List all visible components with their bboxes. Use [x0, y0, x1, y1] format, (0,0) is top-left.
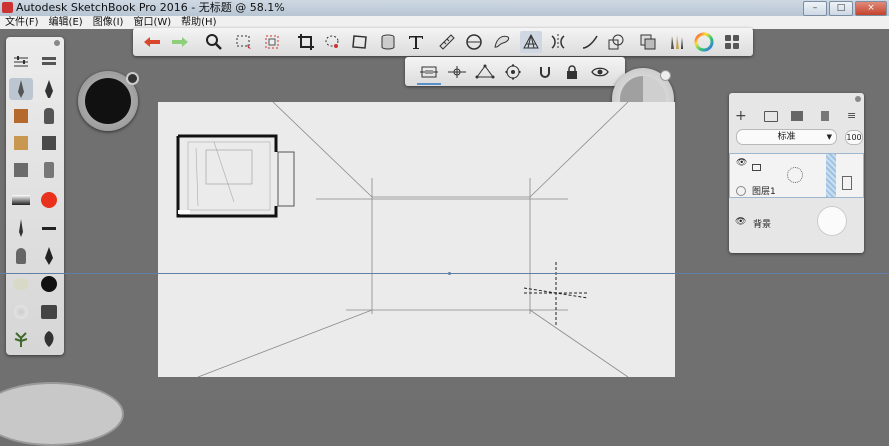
zoom-icon[interactable]	[203, 31, 225, 53]
menu-image[interactable]: 图像(I)	[88, 16, 129, 29]
window-title: Autodesk SketchBook Pro 2016 - 无标题 @ 58.…	[16, 1, 285, 14]
texture-brush-3-icon[interactable]	[37, 132, 61, 154]
opacity-field[interactable]: 100	[845, 130, 863, 145]
layer-toolbar: + ≡	[729, 107, 864, 127]
menu-file[interactable]: 文件(F)	[0, 16, 44, 29]
eye-icon[interactable]	[588, 61, 612, 83]
add-image-icon[interactable]	[791, 111, 803, 121]
texture-brush-2-icon[interactable]	[9, 132, 33, 154]
marker-brush-icon[interactable]	[37, 159, 61, 181]
drawing-canvas[interactable]	[158, 102, 675, 377]
shape-icon[interactable]	[605, 31, 627, 53]
texture-brush-1-icon[interactable]	[9, 105, 33, 127]
horizon-line[interactable]	[0, 273, 889, 274]
trash-icon[interactable]	[821, 111, 829, 121]
layer1-eye-icon[interactable]: 👁	[736, 158, 747, 168]
layer-row-layer1[interactable]: 👁 图层1	[729, 153, 864, 198]
vanishing-point[interactable]	[448, 272, 451, 275]
pencil-brush-icon[interactable]	[9, 78, 33, 100]
perspective-toolbar	[405, 57, 625, 86]
layer-editor: + ≡ 标准 ▼ 100 👁 图层1 👁 背景	[729, 93, 864, 253]
layer-row-background[interactable]: 👁 背景	[729, 203, 864, 243]
french-curve-icon[interactable]	[491, 31, 513, 53]
perspective-icon[interactable]	[520, 31, 542, 53]
color-swatch-icon[interactable]	[37, 189, 61, 211]
lagoon-menu[interactable]	[0, 382, 124, 446]
add-folder-icon[interactable]	[764, 111, 778, 122]
layer1-alpha-strip	[826, 154, 836, 197]
black-dot-icon[interactable]	[37, 273, 61, 295]
maximize-button[interactable]: □	[829, 1, 853, 16]
layer1-thumbnail	[787, 167, 803, 183]
bucket-icon[interactable]	[37, 301, 61, 323]
three-point-icon[interactable]	[473, 61, 497, 83]
eraser-brush-icon[interactable]	[9, 189, 33, 211]
layer1-name: 图层1	[752, 187, 776, 197]
line-brush-icon[interactable]	[37, 217, 61, 239]
leaf-brush-icon[interactable]	[37, 328, 61, 350]
background-name: 背景	[753, 220, 772, 230]
close-button[interactable]: ×	[855, 1, 887, 16]
layer-menu-icon[interactable]: ≡	[847, 109, 856, 122]
fountain-pen-icon[interactable]	[37, 245, 61, 267]
foliage-brush-icon[interactable]	[9, 328, 33, 350]
magnet-icon[interactable]	[533, 61, 557, 83]
chalk-brush-icon[interactable]	[9, 245, 33, 267]
layer1-type-icon	[752, 164, 761, 171]
cylinder-icon[interactable]	[377, 31, 399, 53]
undo-icon[interactable]	[141, 31, 163, 53]
layer1-lock-icon[interactable]	[842, 176, 852, 190]
layer-editor-header	[729, 93, 864, 107]
panel-close-icon[interactable]	[54, 40, 60, 46]
brush-set-icon[interactable]	[665, 31, 687, 53]
layer1-radio[interactable]	[736, 186, 746, 196]
fine-pen-brush-icon[interactable]	[9, 217, 33, 239]
lasso-icon[interactable]	[321, 31, 343, 53]
ruler-icon[interactable]	[436, 31, 458, 53]
add-layer-icon[interactable]: +	[735, 108, 747, 124]
brush-palette	[6, 37, 64, 355]
brush-properties-icon[interactable]	[9, 51, 33, 73]
blend-mode-select[interactable]: 标准 ▼	[736, 129, 837, 145]
app-icon	[2, 2, 13, 13]
five-point-icon[interactable]	[501, 61, 525, 83]
one-point-icon[interactable]	[417, 61, 441, 85]
puck-close-icon[interactable]	[126, 72, 139, 85]
transform-icon[interactable]	[261, 31, 283, 53]
background-thumbnail	[817, 206, 847, 236]
title-bar: Autodesk SketchBook Pro 2016 - 无标题 @ 58.…	[0, 0, 889, 16]
crop-icon[interactable]	[295, 31, 317, 53]
ellipse-icon[interactable]	[463, 31, 485, 53]
two-point-icon[interactable]	[445, 61, 469, 83]
brush-library-icon[interactable]	[37, 51, 61, 73]
color-puck-close-icon[interactable]	[660, 70, 671, 81]
ink-pen-brush-icon[interactable]	[37, 78, 61, 100]
select-icon[interactable]	[233, 31, 255, 53]
text-icon[interactable]	[405, 31, 427, 53]
smudge-brush-icon[interactable]	[9, 273, 33, 295]
menu-edit[interactable]: 编辑(E)	[44, 16, 88, 29]
copy-icon[interactable]	[637, 31, 659, 53]
minimize-button[interactable]: –	[803, 1, 827, 16]
redo-icon[interactable]	[169, 31, 191, 53]
splatter-brush-icon[interactable]	[9, 301, 33, 323]
curve-icon[interactable]	[579, 31, 601, 53]
background-eye-icon[interactable]: 👁	[735, 217, 746, 227]
symmetry-icon[interactable]	[547, 31, 569, 53]
distort-icon[interactable]	[349, 31, 371, 53]
palette-icon[interactable]	[721, 31, 743, 53]
layers-close-icon[interactable]	[855, 96, 861, 102]
texture-brush-4-icon[interactable]	[9, 159, 33, 181]
lock-icon[interactable]	[560, 61, 584, 83]
main-toolbar	[133, 28, 753, 56]
color-wheel-icon[interactable]	[693, 31, 715, 53]
chevron-down-icon: ▼	[826, 133, 832, 141]
airbrush-icon[interactable]	[37, 105, 61, 127]
